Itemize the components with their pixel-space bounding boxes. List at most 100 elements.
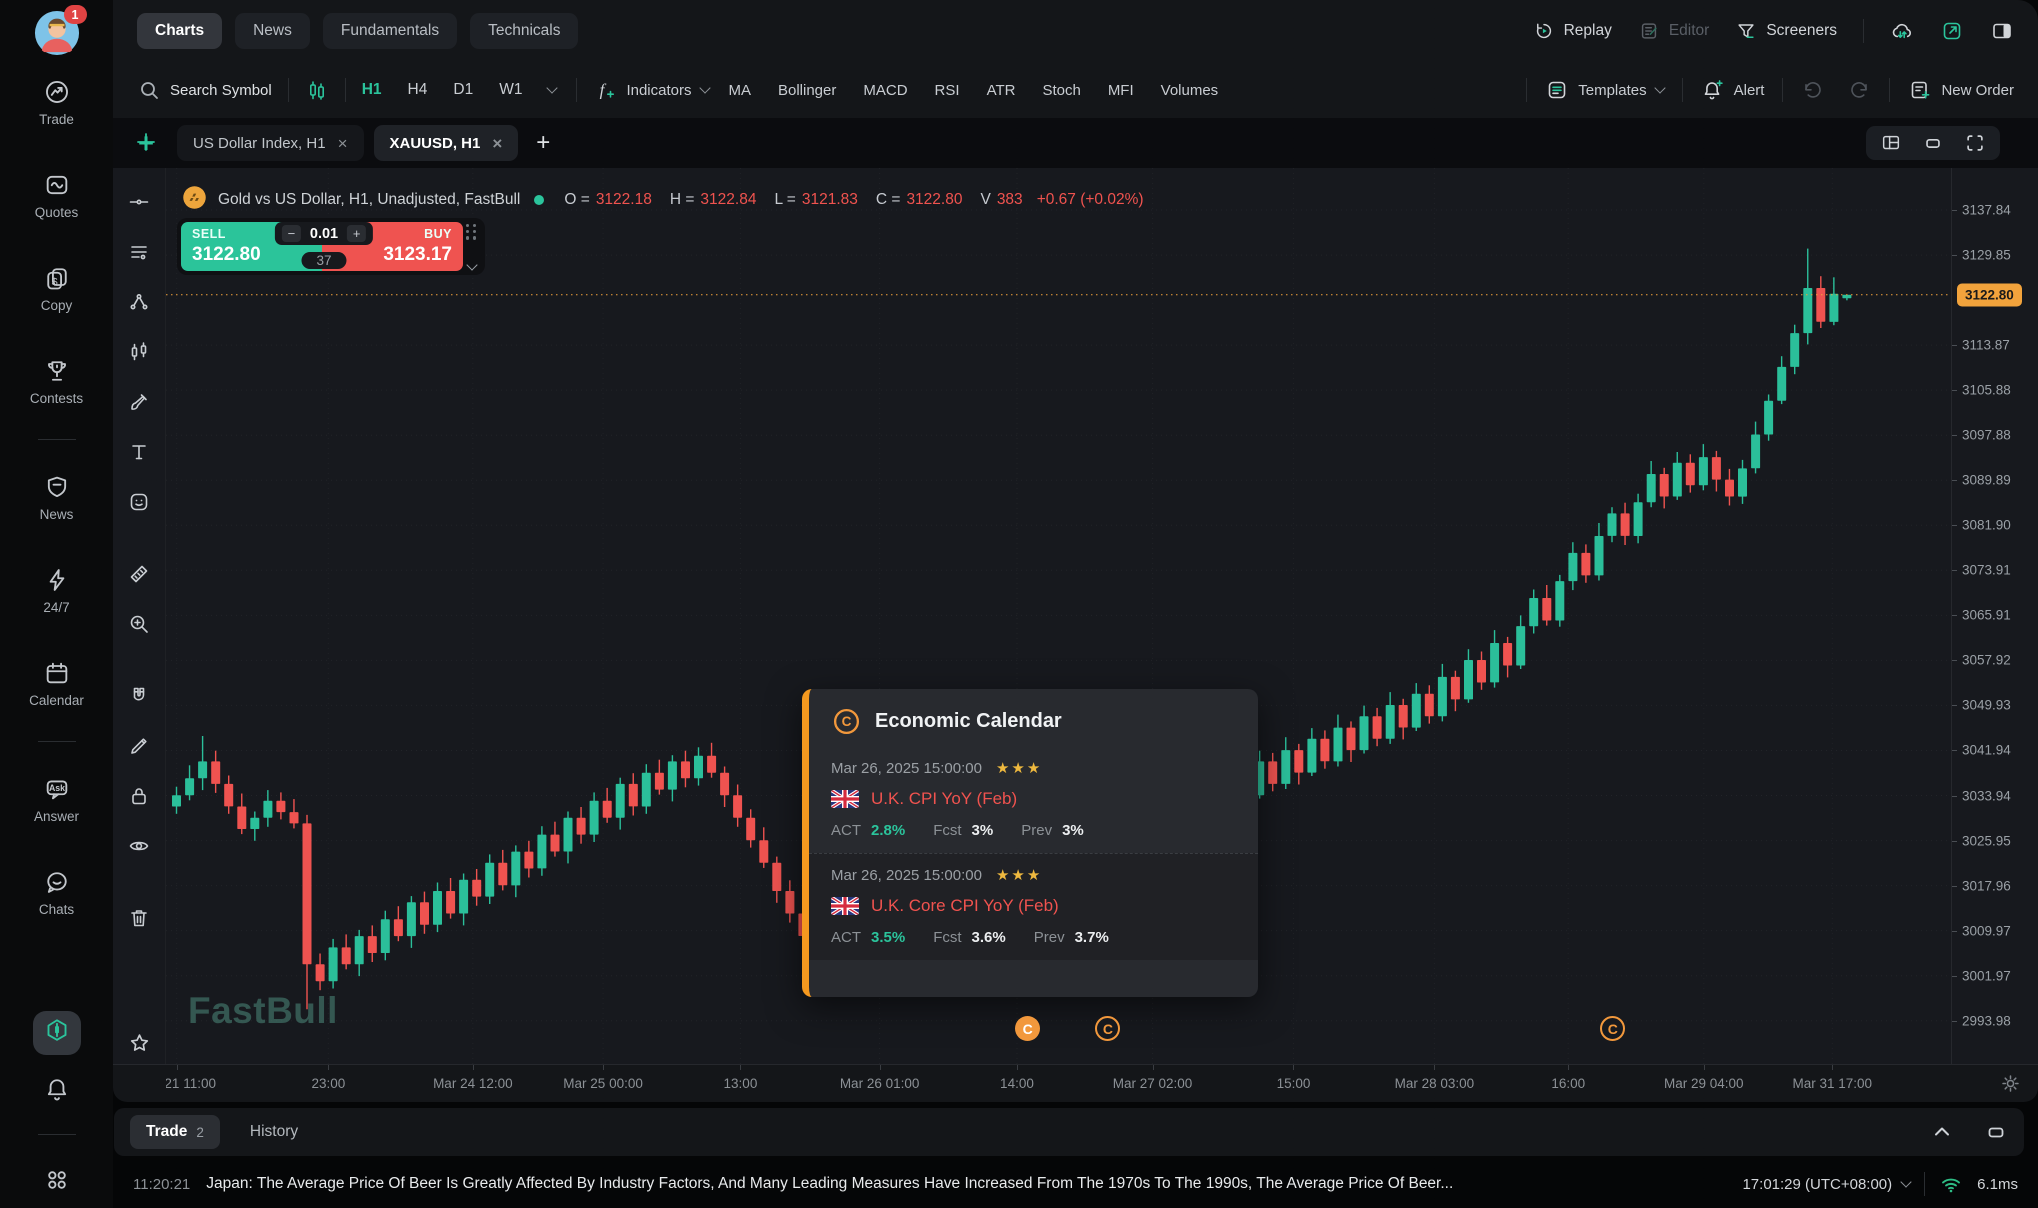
price-tick-label: 3097.88 <box>1962 428 2011 443</box>
sidebar-item-calendar[interactable]: Calendar <box>0 637 113 730</box>
apps-grid-icon[interactable] <box>43 1166 71 1194</box>
quantity-value: 0.01 <box>310 226 338 242</box>
collapse-chevron-up-icon[interactable] <box>1930 1120 1954 1144</box>
sidebar-item-news[interactable]: News <box>0 451 113 544</box>
economic-calendar-marker[interactable]: C <box>1015 1016 1040 1041</box>
text-tool-icon[interactable] <box>127 440 151 464</box>
indicator-macd[interactable]: MACD <box>863 82 907 99</box>
sidebar-item-chats[interactable]: Chats <box>0 846 113 939</box>
screeners-button[interactable]: Screeners <box>1735 20 1837 42</box>
price-tick-mark <box>1952 480 1957 481</box>
layout-grid-icon[interactable] <box>1880 132 1902 154</box>
tab-trade[interactable]: Trade2 <box>130 1115 220 1149</box>
close-icon[interactable]: × <box>338 135 348 152</box>
trendlines-tool-icon[interactable] <box>127 240 151 264</box>
trash-tool-icon[interactable] <box>127 906 151 930</box>
indicator-stoch[interactable]: Stoch <box>1042 82 1080 99</box>
tab-history[interactable]: History <box>234 1115 314 1149</box>
widget-handle[interactable] <box>466 222 477 271</box>
maximize-icon[interactable] <box>1984 1120 2008 1144</box>
sidebar-divider <box>38 1134 76 1135</box>
indicators-button[interactable]: f Indicators <box>593 78 708 102</box>
replay-button[interactable]: Replay <box>1533 20 1612 42</box>
chevron-down-icon[interactable] <box>547 82 558 93</box>
ruler-tool-icon[interactable] <box>127 562 151 586</box>
indicator-ma[interactable]: MA <box>729 82 752 99</box>
tab-charts[interactable]: Charts <box>137 13 222 49</box>
favorites-star-icon[interactable] <box>127 1031 152 1056</box>
editor-button[interactable]: Editor <box>1638 20 1710 42</box>
new-tab-icon[interactable]: + <box>536 129 550 157</box>
time-tick-mark <box>177 1065 178 1070</box>
indicator-rsi[interactable]: RSI <box>935 82 960 99</box>
chart-canvas[interactable]: Gold vs US Dollar, H1, Unadjusted, FastB… <box>166 168 1950 1064</box>
sidebar-item-contests[interactable]: Contests <box>0 335 113 428</box>
chart-tab-us-dollar-index-h1[interactable]: US Dollar Index, H1 × <box>177 125 364 161</box>
undo-icon[interactable] <box>1801 78 1825 102</box>
notifications-bell-icon[interactable] <box>43 1075 71 1103</box>
lock-tool-icon[interactable] <box>127 784 151 808</box>
divider <box>1924 1172 1925 1196</box>
minimize-icon[interactable] <box>1922 132 1944 154</box>
close-icon[interactable]: × <box>492 135 502 152</box>
pencil-tool-icon[interactable] <box>127 734 151 758</box>
timeframe-h4[interactable]: H4 <box>408 81 428 99</box>
price-axis[interactable]: 3137.843129.853113.873105.883097.883089.… <box>1951 168 2038 1064</box>
time-tick-label: Mar 31 17:00 <box>1792 1076 1872 1091</box>
tab-news[interactable]: News <box>235 13 310 49</box>
alert-button[interactable]: Alert <box>1701 78 1765 102</box>
price-tick-label: 3073.91 <box>1962 563 2011 578</box>
indicator-bollinger[interactable]: Bollinger <box>778 82 836 99</box>
search-label: Search Symbol <box>170 82 272 99</box>
templates-button[interactable]: Templates <box>1545 78 1663 102</box>
magnet-tool-icon[interactable] <box>127 684 151 708</box>
symbol-search[interactable]: Search Symbol <box>137 78 272 102</box>
panel-toggle-icon[interactable] <box>1990 19 2014 43</box>
new-order-button[interactable]: New Order <box>1908 78 2014 102</box>
crosshair-add-icon[interactable] <box>134 130 158 154</box>
brush-tool-icon[interactable] <box>127 390 151 414</box>
redo-icon[interactable] <box>1847 78 1871 102</box>
sidebar-item-answer[interactable]: Ask Answer <box>0 753 113 846</box>
candles-tool-icon[interactable] <box>127 340 151 364</box>
calendar-event[interactable]: Mar 26, 2025 15:00:00★★★U.K. Core CPI Yo… <box>809 853 1258 960</box>
quantity-decrease-button[interactable]: − <box>282 225 301 242</box>
quantity-increase-button[interactable]: + <box>347 225 366 242</box>
timeframe-w1[interactable]: W1 <box>499 81 522 99</box>
sidebar-item-247[interactable]: 24/7 <box>0 544 113 637</box>
hline-tool-icon[interactable] <box>127 190 151 214</box>
sidebar-item-charting-active[interactable] <box>33 1011 81 1055</box>
calendar-event[interactable]: Mar 26, 2025 15:00:00★★★U.K. CPI YoY (Fe… <box>809 747 1258 853</box>
settings-gear-icon[interactable] <box>1999 1072 2022 1095</box>
price-tick-label: 3001.97 <box>1962 968 2011 983</box>
fullscreen-icon[interactable] <box>1964 132 1986 154</box>
emoji-tool-icon[interactable] <box>127 490 151 514</box>
time-axis[interactable]: Mar 21 11:0023:00Mar 24 12:00Mar 25 00:0… <box>113 1064 2038 1102</box>
news-ticker-headline[interactable]: Japan: The Average Price Of Beer Is Grea… <box>206 1175 1726 1193</box>
cloud-sync-icon[interactable] <box>1890 19 1914 43</box>
zoom-in-tool-icon[interactable] <box>127 612 151 636</box>
sidebar-item-copy[interactable]: $ Copy <box>0 242 113 335</box>
tab-fundamentals[interactable]: Fundamentals <box>323 13 457 49</box>
chart-tab-xauusd-h1[interactable]: XAUUSD, H1 × <box>374 125 519 161</box>
timeframe-d1[interactable]: D1 <box>453 81 473 99</box>
pitchfork-tool-icon[interactable] <box>127 290 151 314</box>
time-tick-label: Mar 29 04:00 <box>1664 1076 1744 1091</box>
time-tick-label: Mar 26 01:00 <box>840 1076 920 1091</box>
sidebar-item-trade[interactable]: Trade <box>0 56 113 149</box>
candle-style-button[interactable] <box>305 78 329 102</box>
price-tick-label: 2993.98 <box>1962 1013 2011 1028</box>
tab-technicals[interactable]: Technicals <box>470 13 578 49</box>
indicator-volumes[interactable]: Volumes <box>1161 82 1219 99</box>
external-link-icon[interactable] <box>1940 19 1964 43</box>
server-clock[interactable]: 17:01:29 (UTC+08:00) <box>1742 1176 1910 1193</box>
sidebar-item-quotes[interactable]: Quotes <box>0 149 113 242</box>
time-tick-label: Mar 21 11:00 <box>166 1076 216 1091</box>
timeframe-h1[interactable]: H1 <box>362 81 382 99</box>
user-avatar[interactable]: 1 <box>34 10 80 56</box>
latency-value: 6.1ms <box>1977 1176 2018 1193</box>
chevron-down-icon <box>466 259 477 270</box>
indicator-mfi[interactable]: MFI <box>1108 82 1134 99</box>
eye-tool-icon[interactable] <box>127 834 151 858</box>
indicator-atr[interactable]: ATR <box>987 82 1016 99</box>
